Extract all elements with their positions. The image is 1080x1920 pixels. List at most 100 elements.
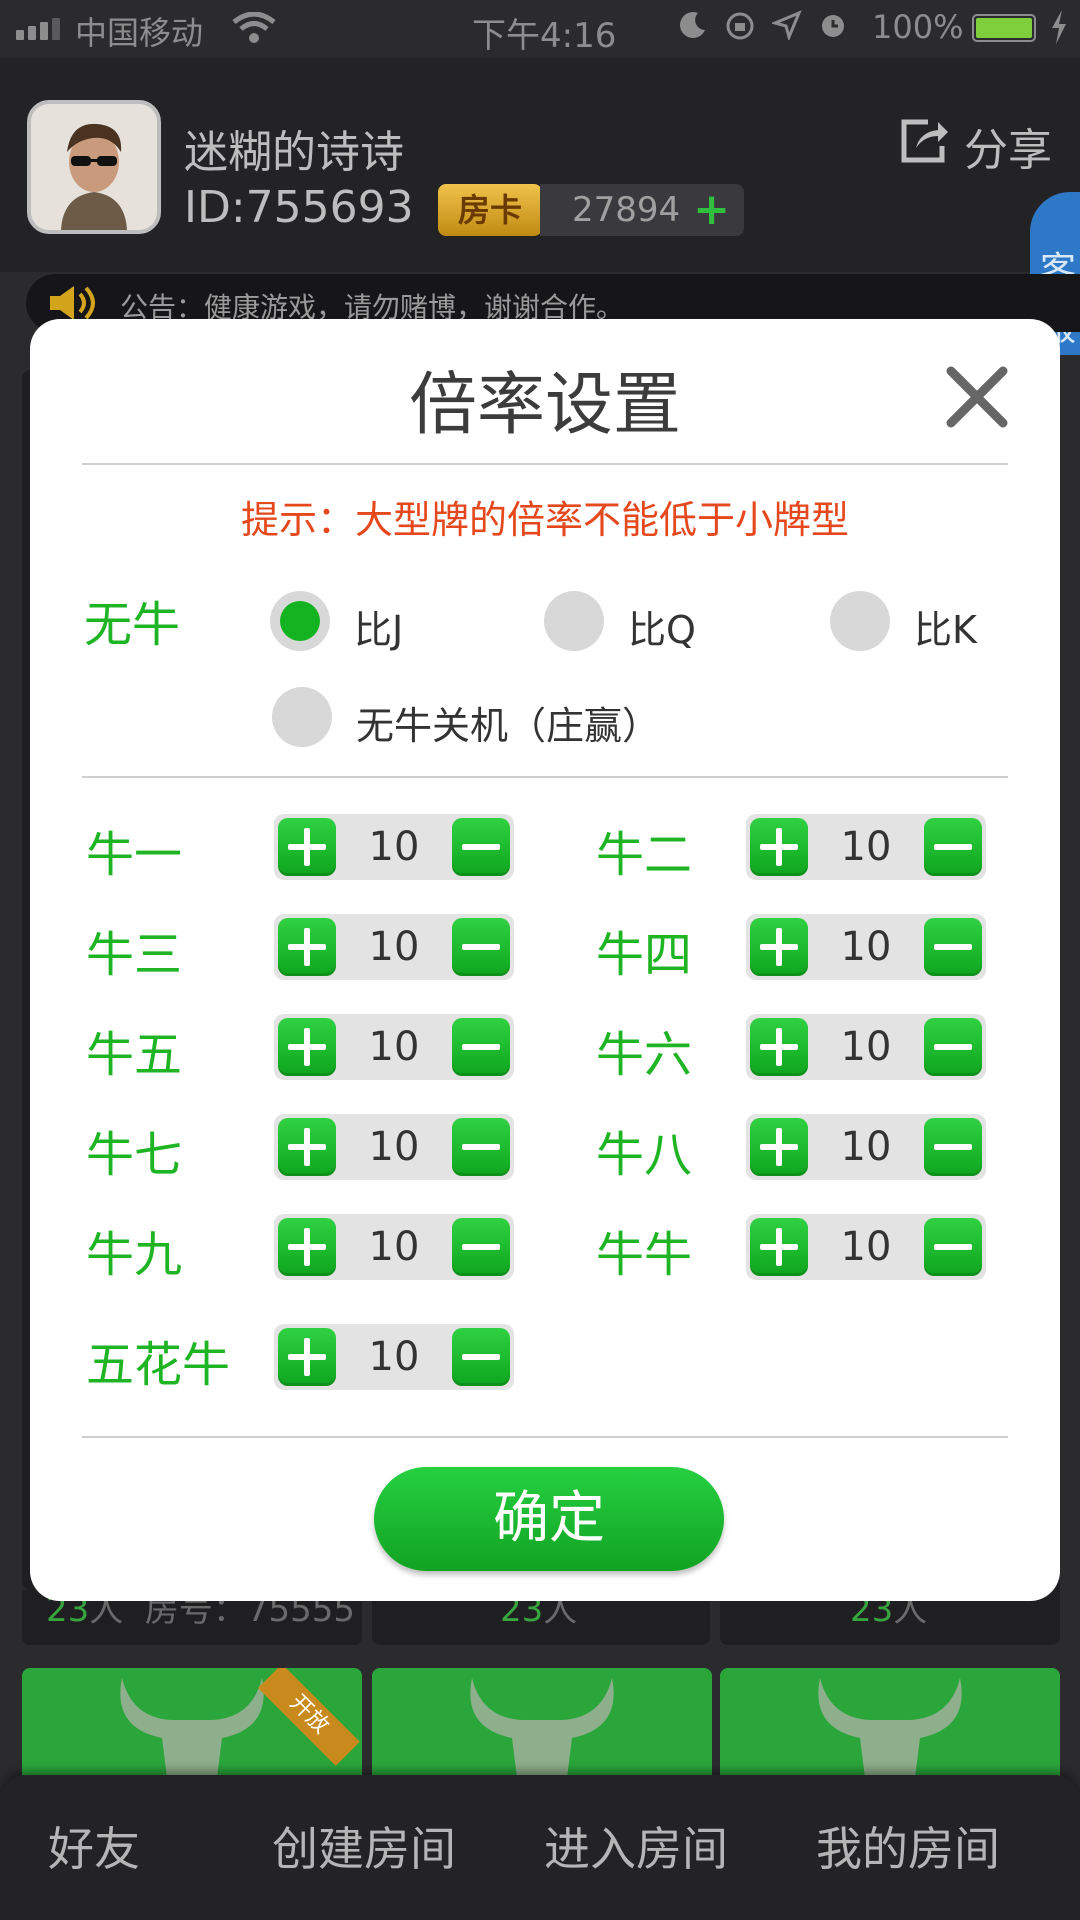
- room-card[interactable]: [720, 1668, 1060, 1778]
- multiplier-label: 牛八: [596, 1127, 693, 1183]
- avatar-photo: [31, 104, 157, 230]
- no-bull-label: 无牛: [84, 597, 181, 653]
- multiplier-label: 牛三: [86, 927, 183, 983]
- decrease-button[interactable]: [924, 818, 982, 876]
- increase-button[interactable]: [278, 918, 336, 976]
- dialog-title: 倍率设置: [408, 366, 681, 445]
- multiplier-stepper: 10: [746, 1214, 986, 1280]
- alarm-icon: [818, 10, 848, 50]
- nav-my-rooms[interactable]: 我的房间: [816, 1813, 1000, 1879]
- decrease-button[interactable]: [452, 1018, 510, 1076]
- multiplier-stepper: 10: [746, 814, 986, 880]
- multiplier-value: 10: [368, 824, 420, 870]
- increase-button[interactable]: [750, 1218, 808, 1276]
- charging-icon: [1050, 10, 1068, 52]
- radio-label: 比J: [354, 608, 404, 652]
- radio-label: 比K: [914, 608, 977, 652]
- multiplier-value: 10: [368, 1024, 420, 1070]
- battery-icon: [972, 14, 1036, 42]
- increase-button[interactable]: [750, 1018, 808, 1076]
- room-card-badge: 房卡: [438, 184, 542, 236]
- multiplier-stepper: 10: [274, 1014, 514, 1080]
- radio-label: 无牛关机（庄赢）: [356, 704, 661, 748]
- moon-icon: [678, 10, 708, 50]
- multiplier-value: 10: [840, 1124, 892, 1170]
- bull-head-icon: [818, 1678, 962, 1778]
- user-id: ID:755693: [184, 182, 414, 233]
- multiplier-value: 10: [368, 1334, 420, 1380]
- multiplier-label: 牛四: [596, 927, 693, 983]
- multiplier-settings-dialog: 倍率设置 提示：大型牌的倍率不能低于小牌型 无牛 比J 比Q 比K 无牛关机（庄…: [30, 319, 1060, 1601]
- multiplier-stepper: 10: [274, 1324, 514, 1390]
- radio-compare-q[interactable]: [544, 591, 604, 651]
- close-button[interactable]: [945, 365, 1009, 429]
- profile-header: 迷糊的诗诗 ID:755693 房卡 27894 + 分享: [0, 58, 1080, 272]
- increase-button[interactable]: [278, 818, 336, 876]
- status-icons: [678, 10, 848, 50]
- divider: [82, 1436, 1008, 1438]
- room-card[interactable]: 开放: [22, 1668, 362, 1778]
- increase-button[interactable]: [278, 1328, 336, 1386]
- location-icon: [770, 10, 802, 50]
- multiplier-value: 10: [368, 1224, 420, 1270]
- share-button[interactable]: 分享: [898, 114, 1052, 178]
- multiplier-value: 10: [840, 1224, 892, 1270]
- divider: [82, 463, 1008, 465]
- radio-compare-j[interactable]: [270, 591, 330, 651]
- decrease-button[interactable]: [924, 1118, 982, 1176]
- multiplier-stepper: 10: [274, 1214, 514, 1280]
- battery-percent: 100%: [872, 8, 964, 46]
- close-icon: [946, 366, 1008, 428]
- multiplier-stepper: 10: [746, 1014, 986, 1080]
- carrier-name: 中国移动: [75, 14, 204, 52]
- multiplier-value: 10: [368, 1124, 420, 1170]
- increase-button[interactable]: [750, 1118, 808, 1176]
- room-card[interactable]: [372, 1668, 712, 1778]
- multiplier-stepper: 10: [274, 814, 514, 880]
- room-card-balance: 27894 +: [540, 184, 744, 236]
- multiplier-stepper: 10: [274, 914, 514, 980]
- multiplier-stepper: 10: [274, 1114, 514, 1180]
- increase-button[interactable]: [278, 1218, 336, 1276]
- avatar[interactable]: [27, 100, 161, 234]
- decrease-button[interactable]: [452, 1328, 510, 1386]
- increase-button[interactable]: [278, 1018, 336, 1076]
- multiplier-label: 牛六: [596, 1027, 693, 1083]
- radio-compare-k[interactable]: [830, 591, 890, 651]
- decrease-button[interactable]: [924, 918, 982, 976]
- hint-text: 提示：大型牌的倍率不能低于小牌型: [240, 498, 849, 542]
- decrease-button[interactable]: [452, 1218, 510, 1276]
- nav-create-room[interactable]: 创建房间: [272, 1813, 456, 1879]
- radio-label: 比Q: [628, 608, 696, 652]
- multiplier-label: 牛一: [86, 827, 183, 883]
- increase-button[interactable]: [750, 818, 808, 876]
- multiplier-value: 10: [840, 1024, 892, 1070]
- multiplier-label: 五花牛: [86, 1337, 231, 1393]
- orientation-lock-icon: [724, 10, 756, 50]
- username: 迷糊的诗诗: [184, 127, 404, 178]
- decrease-button[interactable]: [452, 918, 510, 976]
- increase-button[interactable]: [278, 1118, 336, 1176]
- multiplier-label: 牛二: [596, 827, 693, 883]
- confirm-button[interactable]: 确定: [374, 1467, 724, 1571]
- increase-button[interactable]: [750, 918, 808, 976]
- multiplier-label: 牛九: [86, 1227, 183, 1283]
- add-card-button[interactable]: +: [693, 184, 730, 236]
- multiplier-label: 牛五: [86, 1027, 183, 1083]
- bottom-nav: 好友 创建房间 进入房间 我的房间: [0, 1775, 1080, 1920]
- multiplier-label: 牛牛: [596, 1227, 693, 1283]
- decrease-button[interactable]: [452, 1118, 510, 1176]
- decrease-button[interactable]: [924, 1018, 982, 1076]
- decrease-button[interactable]: [924, 1218, 982, 1276]
- share-label: 分享: [964, 125, 1052, 176]
- nav-join-room[interactable]: 进入房间: [544, 1813, 728, 1879]
- share-icon: [898, 116, 950, 177]
- multiplier-value: 10: [840, 824, 892, 870]
- nav-friends[interactable]: 好友: [48, 1813, 140, 1879]
- room-card-count: 27894: [572, 190, 681, 230]
- decrease-button[interactable]: [452, 818, 510, 876]
- multiplier-value: 10: [368, 924, 420, 970]
- radio-no-bull-banker-wins[interactable]: [272, 687, 332, 747]
- status-bar: 中国移动 下午4:16 100%: [0, 0, 1080, 58]
- wifi-icon: [232, 11, 276, 52]
